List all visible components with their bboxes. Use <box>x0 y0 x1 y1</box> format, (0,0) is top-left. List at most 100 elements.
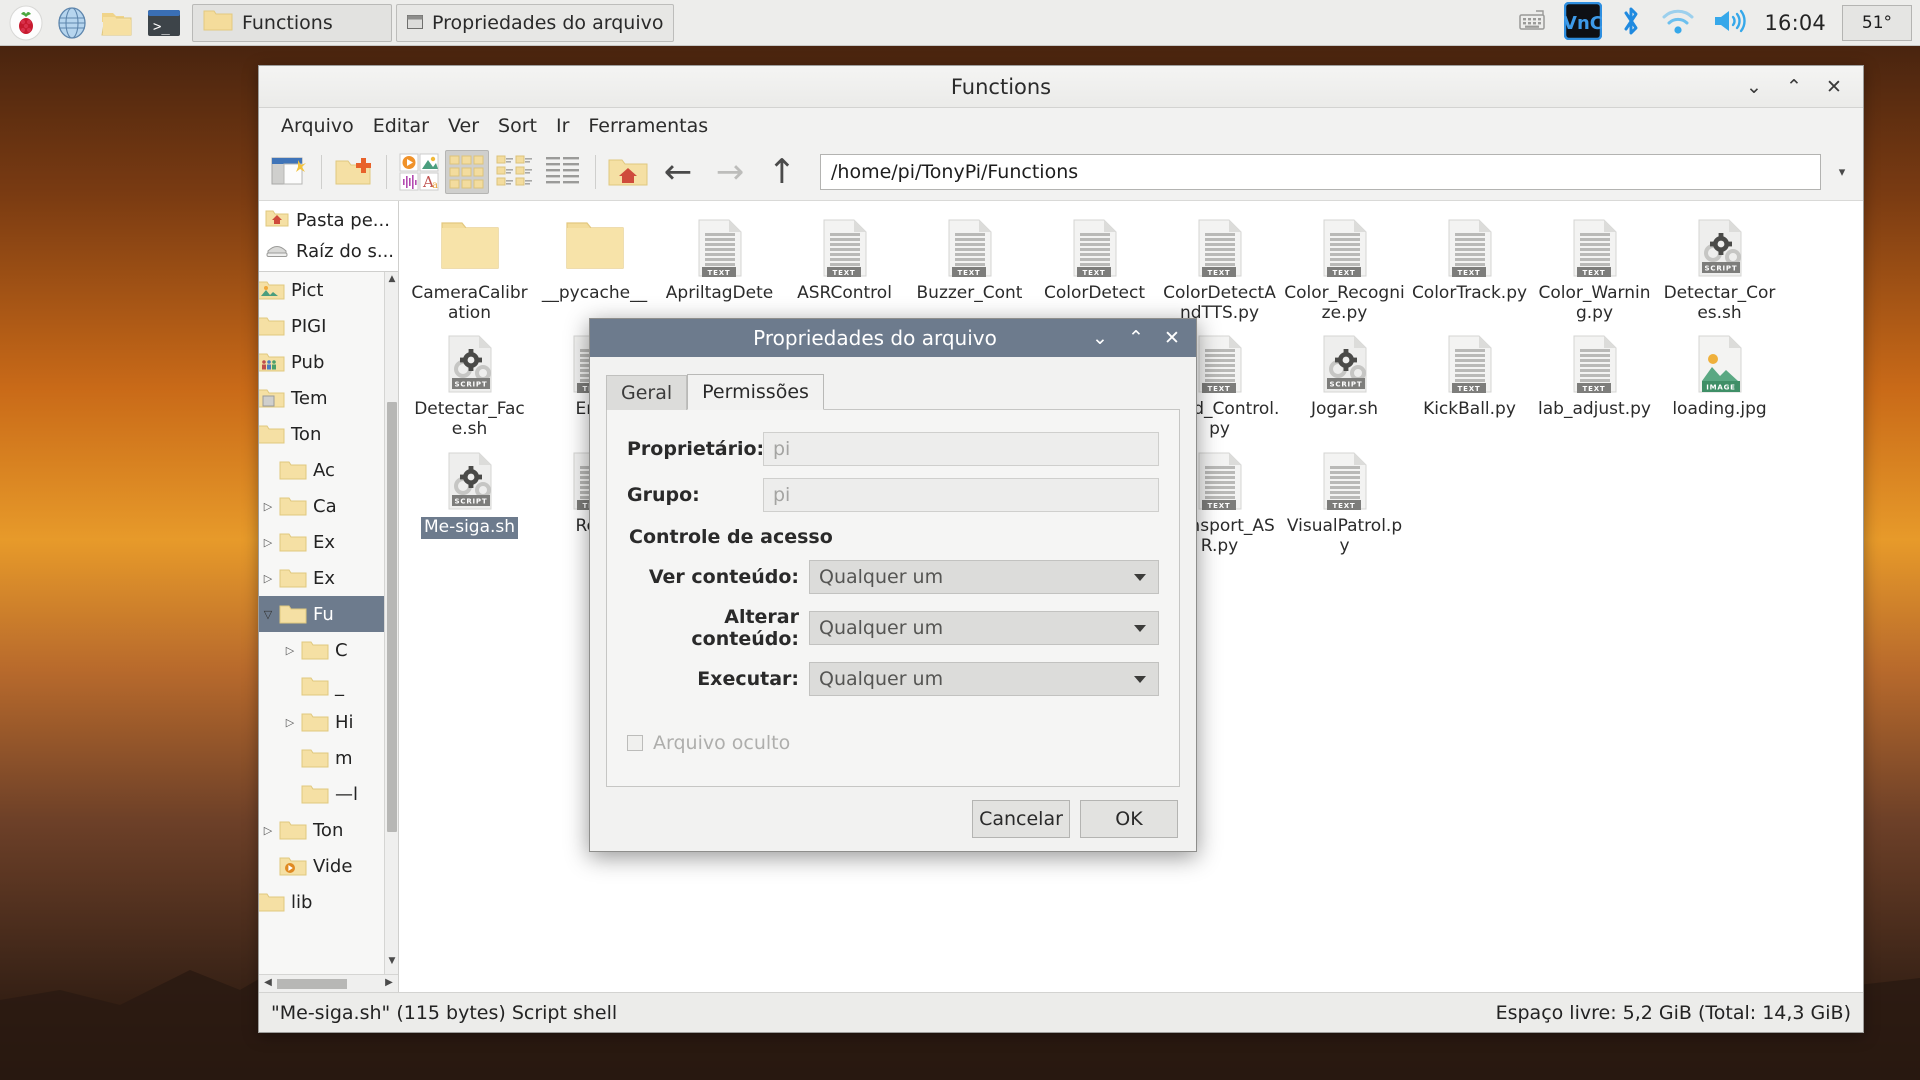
chevron-right-icon[interactable]: ▷ <box>259 824 277 837</box>
file-manager-titlebar[interactable]: Functions ⌄ ⌃ ✕ <box>259 66 1863 108</box>
group-field[interactable]: pi <box>763 478 1159 512</box>
raspberry-menu-icon[interactable] <box>6 3 46 43</box>
menu-sort[interactable]: Sort <box>490 112 545 140</box>
terminal-icon[interactable]: >_ <box>144 3 184 43</box>
new-folder-icon[interactable] <box>332 150 376 194</box>
scroll-right-icon[interactable]: ▶ <box>381 977 397 988</box>
path-input[interactable]: /home/pi/TonyPi/Functions <box>820 154 1821 190</box>
bluetooth-icon[interactable] <box>1618 4 1644 42</box>
file-item[interactable]: IMAGE loading.jpg <box>1657 327 1782 443</box>
tree-node[interactable]: ▷ Ex <box>259 560 395 596</box>
taskbar-task-properties[interactable]: Propriedades do arquivo <box>396 3 675 42</box>
ok-button[interactable]: OK <box>1080 800 1178 838</box>
menu-arquivo[interactable]: Arquivo <box>273 112 362 140</box>
tree-node[interactable]: ▷lib <box>259 884 395 920</box>
file-item[interactable]: TEXT ApriltagDete <box>657 211 782 327</box>
tree-vertical-scrollbar[interactable]: ▲ ▼ <box>384 272 398 974</box>
tree-horizontal-scrollbar[interactable]: ◀ ▶ <box>259 974 398 992</box>
back-arrow-icon[interactable]: ← <box>654 150 702 194</box>
file-item[interactable]: TEXT KickBall.py <box>1407 327 1532 443</box>
tree-node[interactable]: ▷ Ex <box>259 524 395 560</box>
file-item[interactable]: TEXT Color_Recognize.py <box>1282 211 1407 327</box>
tab-geral[interactable]: Geral <box>606 375 688 410</box>
view-content-select[interactable]: Qualquer um <box>809 560 1159 594</box>
tree-node[interactable]: —l <box>259 776 395 812</box>
forward-arrow-icon[interactable]: → <box>706 150 754 194</box>
scroll-left-icon[interactable]: ◀ <box>260 977 276 988</box>
chevron-right-icon[interactable]: ▷ <box>259 536 277 549</box>
up-arrow-icon[interactable]: ↑ <box>758 150 806 194</box>
menu-ver[interactable]: Ver <box>440 112 487 140</box>
chevron-right-icon[interactable]: ▷ <box>281 716 299 729</box>
wifi-icon[interactable] <box>1660 6 1696 40</box>
tree-node[interactable]: _ <box>259 668 395 704</box>
file-item[interactable]: SCRIPT Detectar_Cores.sh <box>1657 211 1782 327</box>
vnc-icon[interactable]: VnC <box>1563 1 1603 44</box>
tree-node[interactable]: ▷PIGI <box>259 308 395 344</box>
tree-node[interactable]: Pub <box>259 344 395 380</box>
minimize-icon[interactable]: ⌄ <box>1743 76 1765 98</box>
change-content-select[interactable]: Qualquer um <box>809 611 1159 645</box>
menu-editar[interactable]: Editar <box>365 112 437 140</box>
tree-node[interactable]: ▷ Ton <box>259 812 395 848</box>
icon-view-icon[interactable] <box>445 150 489 194</box>
file-manager-icon[interactable] <box>98 3 138 43</box>
tab-permissoes[interactable]: Permissões <box>687 374 824 410</box>
compact-view-icon[interactable] <box>493 150 537 194</box>
tree-node[interactable]: ▽ Fu <box>259 596 398 632</box>
close-icon[interactable]: ✕ <box>1823 76 1845 98</box>
file-item[interactable]: __pycache__ <box>532 211 657 327</box>
dialog-minimize-icon[interactable]: ⌄ <box>1090 327 1110 349</box>
file-item[interactable]: TEXT ASRControl <box>782 211 907 327</box>
chevron-right-icon[interactable]: ▷ <box>259 572 277 585</box>
tree-node[interactable]: Tem <box>259 380 395 416</box>
home-folder-icon[interactable] <box>606 150 650 194</box>
file-item[interactable]: SCRIPT Jogar.sh <box>1282 327 1407 443</box>
maximize-icon[interactable]: ⌃ <box>1783 76 1805 98</box>
keyboard-icon[interactable] <box>1518 8 1548 38</box>
file-item[interactable]: SCRIPT Detectar_Face.sh <box>407 327 532 443</box>
chevron-right-icon[interactable]: ▷ <box>259 500 277 513</box>
tree-node[interactable]: ▷ Ca <box>259 488 395 524</box>
dialog-titlebar[interactable]: Propriedades do arquivo ⌄ ⌃ ✕ <box>590 319 1196 357</box>
owner-field[interactable]: pi <box>763 432 1159 466</box>
chevron-down-icon[interactable]: ▾ <box>1829 154 1855 190</box>
cancel-button[interactable]: Cancelar <box>972 800 1070 838</box>
file-item[interactable]: SCRIPT Me-siga.sh <box>407 444 532 560</box>
chevron-down-icon[interactable]: ▽ <box>259 608 277 621</box>
tree-scroll-thumb[interactable] <box>387 402 397 832</box>
file-item[interactable]: TEXT ColorTrack.py <box>1407 211 1532 327</box>
tree-node[interactable]: m <box>259 740 395 776</box>
file-item[interactable]: TEXT Color_Warning.py <box>1532 211 1657 327</box>
chevron-right-icon[interactable]: ▷ <box>281 644 299 657</box>
file-item[interactable]: TEXT Buzzer_Cont <box>907 211 1032 327</box>
cpu-temperature-badge[interactable]: 51° <box>1842 4 1912 41</box>
taskbar-task-functions[interactable]: Functions <box>192 3 392 42</box>
menu-ferramentas[interactable]: Ferramentas <box>580 112 716 140</box>
file-item[interactable]: CameraCalibration <box>407 211 532 327</box>
file-item[interactable]: TEXT ColorDetect <box>1032 211 1157 327</box>
dialog-maximize-icon[interactable]: ⌃ <box>1126 327 1146 349</box>
tree-hscroll-thumb[interactable] <box>277 979 347 989</box>
file-item[interactable]: TEXT lab_adjust.py <box>1532 327 1657 443</box>
web-browser-icon[interactable] <box>52 3 92 43</box>
place-home[interactable]: Pasta pe... <box>259 205 398 236</box>
place-filesystem-root[interactable]: Raíz do s... <box>259 236 398 267</box>
hidden-file-checkbox[interactable] <box>627 735 643 751</box>
tree-node[interactable]: ▽Ton <box>259 416 395 452</box>
execute-select[interactable]: Qualquer um <box>809 662 1159 696</box>
detailed-list-icon[interactable] <box>541 150 585 194</box>
file-item[interactable]: TEXT ColorDetectAndTTS.py <box>1157 211 1282 327</box>
dialog-close-icon[interactable]: ✕ <box>1162 327 1182 349</box>
tree-node[interactable]: ▷ Hi <box>259 704 395 740</box>
scroll-down-icon[interactable]: ▼ <box>385 956 398 972</box>
new-window-icon[interactable] <box>267 150 311 194</box>
tree-node[interactable]: Pict <box>259 272 395 308</box>
tree-node[interactable]: Vide <box>259 848 395 884</box>
file-item[interactable]: TEXT VisualPatrol.py <box>1282 444 1407 560</box>
clock[interactable]: 16:04 <box>1764 11 1826 35</box>
scroll-up-icon[interactable]: ▲ <box>385 274 398 290</box>
tree-node[interactable]: ▷ C <box>259 632 395 668</box>
volume-icon[interactable] <box>1712 6 1748 40</box>
menu-ir[interactable]: Ir <box>548 112 577 140</box>
